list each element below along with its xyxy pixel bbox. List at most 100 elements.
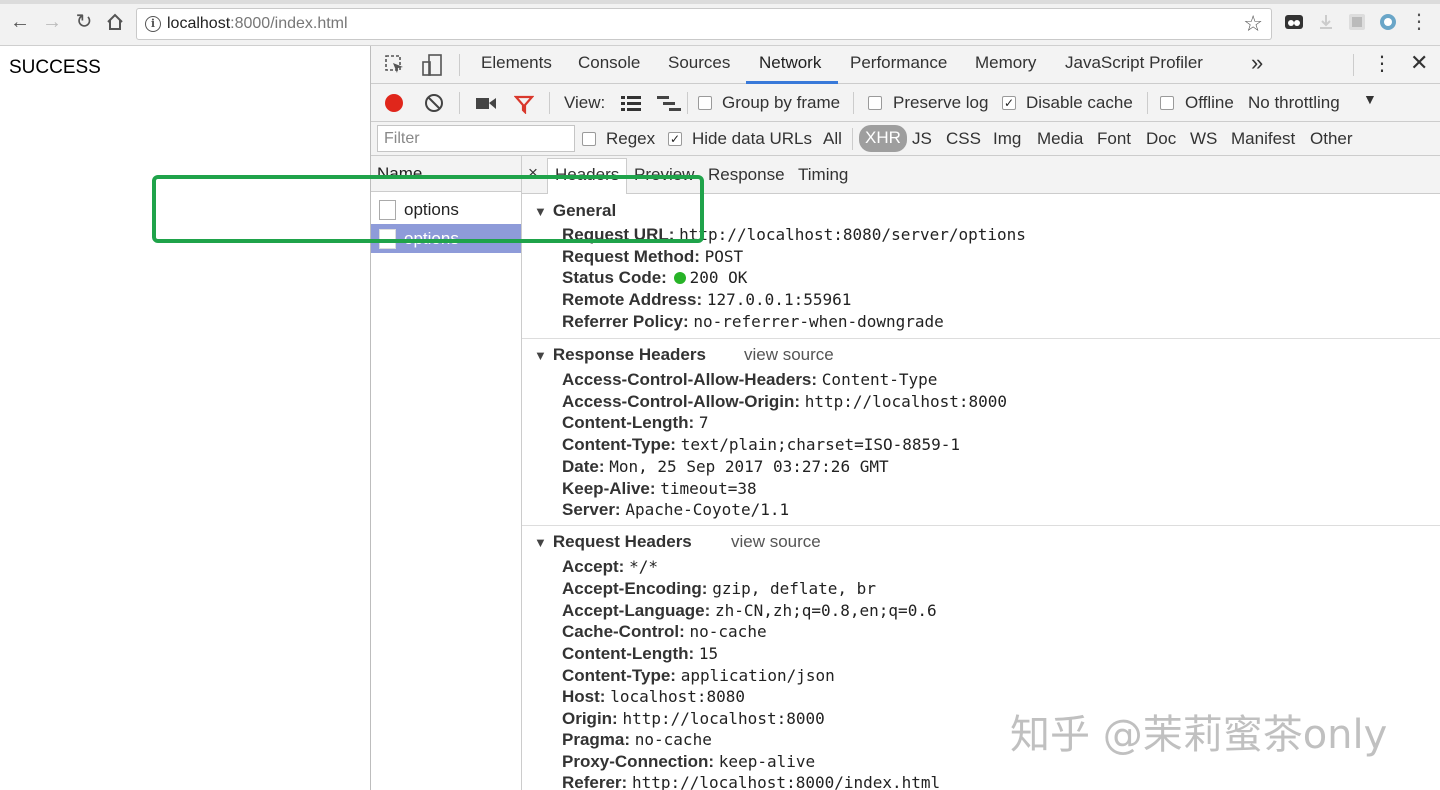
header-row: Content-Type: application/json	[562, 665, 835, 686]
header-row: Content-Length: 7	[562, 412, 709, 433]
header-row: Proxy-Connection: keep-alive	[562, 751, 815, 772]
request-headers-toggle[interactable]: ▼ Request Headers	[534, 532, 692, 552]
device-toolbar-icon[interactable]	[421, 53, 443, 82]
devtools-tabbar: Elements Console Sources Network Perform…	[371, 46, 1440, 84]
url-host: localhost	[167, 15, 231, 32]
header-value: application/json	[680, 666, 835, 685]
inspect-element-icon[interactable]	[384, 54, 406, 81]
filter-type-other[interactable]: Other	[1310, 129, 1353, 149]
header-value: Apache-Coyote/1.1	[625, 500, 790, 519]
extension-icon[interactable]	[1284, 12, 1304, 32]
bookmark-star-icon[interactable]: ☆	[1243, 11, 1263, 37]
large-rows-icon[interactable]	[621, 95, 641, 116]
filter-icon[interactable]	[513, 94, 535, 119]
header-key: Cache-Control:	[562, 622, 685, 641]
group-by-frame-checkbox[interactable]	[698, 96, 712, 110]
header-value: Content-Type	[821, 370, 938, 389]
more-tabs-icon[interactable]: »	[1251, 50, 1263, 76]
network-controls: View: Group by frame Preserve log ✓ Disa…	[371, 84, 1440, 122]
header-key: Referer:	[562, 773, 628, 790]
clear-icon[interactable]	[424, 93, 444, 118]
extension-icon[interactable]	[1378, 12, 1398, 32]
record-icon[interactable]	[385, 94, 403, 112]
chevron-down-icon[interactable]: ▼	[1363, 91, 1377, 107]
filter-type-js[interactable]: JS	[912, 129, 932, 149]
header-row: Referrer Policy: no-referrer-when-downgr…	[562, 311, 944, 332]
address-bar[interactable]: i localhost:8000/index.html ☆	[136, 8, 1272, 40]
filter-type-img[interactable]: Img	[993, 129, 1021, 149]
header-value: */*	[629, 557, 658, 576]
info-icon[interactable]: i	[145, 16, 161, 32]
capture-screenshots-icon[interactable]	[475, 95, 497, 116]
tab-response[interactable]: Response	[708, 165, 785, 185]
offline-checkbox[interactable]	[1160, 96, 1174, 110]
regex-checkbox[interactable]	[582, 132, 596, 146]
response-headers-toggle[interactable]: ▼ Response Headers	[534, 345, 706, 365]
header-row: Status Code: 200 OK	[562, 267, 747, 288]
header-key: Access-Control-Allow-Origin:	[562, 392, 801, 411]
home-icon[interactable]	[104, 11, 126, 33]
tab-timing[interactable]: Timing	[798, 165, 848, 185]
forward-icon[interactable]: →	[41, 11, 63, 33]
url-path: :8000/index.html	[230, 15, 348, 32]
preserve-log-checkbox[interactable]	[868, 96, 882, 110]
tab-memory[interactable]: Memory	[975, 53, 1036, 73]
browser-menu-icon[interactable]: ⋮	[1408, 11, 1430, 33]
hide-data-urls-label: Hide data URLs	[692, 129, 813, 148]
waterfall-overview-icon[interactable]	[657, 95, 681, 116]
header-key: Origin:	[562, 709, 618, 728]
response-headers-title: Response Headers	[552, 345, 706, 364]
toolbar-divider	[687, 92, 688, 114]
header-row: Request Method: POST	[562, 246, 743, 267]
filter-type-ws[interactable]: WS	[1190, 129, 1217, 149]
highlight-box	[152, 175, 704, 243]
header-value: zh-CN,zh;q=0.8,en;q=0.6	[715, 601, 937, 620]
toolbar-divider	[459, 54, 460, 76]
header-value: localhost:8080	[610, 687, 746, 706]
header-key: Status Code:	[562, 268, 667, 287]
throttling-select[interactable]: No throttling	[1248, 93, 1340, 113]
header-value: 7	[698, 413, 709, 432]
hide-data-urls-checkbox[interactable]: ✓	[668, 132, 682, 146]
filter-input[interactable]: Filter	[377, 125, 575, 152]
reload-icon[interactable]: ↻	[73, 11, 95, 33]
header-value: POST	[704, 247, 744, 266]
view-source-link[interactable]: view source	[731, 532, 821, 552]
header-key: Server:	[562, 500, 621, 519]
close-devtools-icon[interactable]: ✕	[1410, 50, 1428, 76]
filter-type-manifest[interactable]: Manifest	[1231, 129, 1295, 149]
tab-javascript-profiler[interactable]: JavaScript Profiler	[1065, 53, 1203, 73]
disable-cache-checkbox[interactable]: ✓	[1002, 96, 1016, 110]
toolbar-divider	[853, 92, 854, 114]
extension-icon[interactable]	[1316, 12, 1336, 32]
filter-type-all[interactable]: All	[823, 129, 842, 149]
triangle-down-icon: ▼	[534, 348, 547, 363]
header-key: Pragma:	[562, 730, 631, 749]
header-key: Remote Address:	[562, 290, 703, 309]
url-text: localhost:8000/index.html	[167, 15, 348, 33]
filter-type-font[interactable]: Font	[1097, 129, 1131, 149]
back-icon[interactable]: ←	[9, 11, 31, 33]
page-viewport: SUCCESS	[0, 47, 370, 790]
filter-type-xhr[interactable]: XHR	[859, 125, 907, 152]
tab-performance[interactable]: Performance	[850, 53, 947, 73]
extension-icon[interactable]	[1347, 12, 1367, 32]
filter-type-media[interactable]: Media	[1037, 129, 1083, 149]
filter-type-doc[interactable]: Doc	[1146, 129, 1176, 149]
view-source-link[interactable]: view source	[744, 345, 834, 365]
toolbar-divider	[549, 92, 550, 114]
tab-network[interactable]: Network	[759, 53, 821, 73]
tab-sources[interactable]: Sources	[668, 53, 730, 73]
devtools-menu-icon[interactable]: ⋮	[1372, 51, 1392, 76]
header-key: Request Method:	[562, 247, 700, 266]
tab-strip	[0, 0, 1440, 4]
header-key: Content-Length:	[562, 413, 695, 432]
header-value: keep-alive	[718, 752, 816, 771]
filter-type-css[interactable]: CSS	[946, 129, 981, 149]
group-by-frame-label: Group by frame	[722, 93, 841, 112]
page-message: SUCCESS	[9, 57, 101, 78]
tab-console[interactable]: Console	[578, 53, 640, 73]
regex-label: Regex	[606, 129, 656, 148]
header-value: gzip, deflate, br	[712, 579, 876, 598]
tab-elements[interactable]: Elements	[481, 53, 552, 73]
